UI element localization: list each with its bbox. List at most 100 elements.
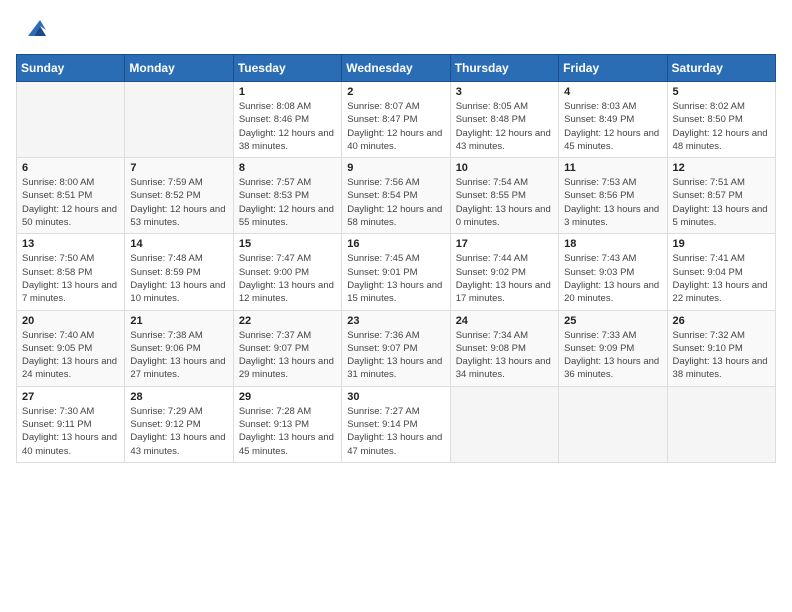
calendar-cell: 5Sunrise: 8:02 AMSunset: 8:50 PMDaylight… [667,82,775,158]
calendar-cell: 4 Sunrise: 8:03 AMSunset: 8:49 PMDaylight… [559,82,667,158]
day-info: Sunrise: 7:40 AMSunset: 9:05 PMDaylight:… [22,329,119,382]
day-info: Sunrise: 7:59 AMSunset: 8:52 PMDaylight:… [130,176,227,229]
day-number: 9 [347,162,444,174]
calendar-header-sunday: Sunday [17,55,125,82]
day-number: 15 [239,238,336,250]
day-info: Sunrise: 7:45 AMSunset: 9:01 PMDaylight:… [347,252,444,305]
day-number: 3 [456,86,553,98]
calendar-cell [125,82,233,158]
calendar-table: SundayMondayTuesdayWednesdayThursdayFrid… [16,54,776,463]
day-number: 8 [239,162,336,174]
calendar-cell [559,386,667,462]
page-header [16,16,776,44]
calendar-cell: 27 Sunrise: 7:30 AMSunset: 9:11 PMDayligh… [17,386,125,462]
calendar-cell: 16 Sunrise: 7:45 AMSunset: 9:01 PMDayligh… [342,234,450,310]
calendar-week-row: 27 Sunrise: 7:30 AMSunset: 9:11 PMDayligh… [17,386,776,462]
logo-icon [20,16,48,44]
calendar-cell: 2 Sunrise: 8:07 AMSunset: 8:47 PMDaylight… [342,82,450,158]
day-info: Sunrise: 7:44 AMSunset: 9:02 PMDaylight:… [456,252,553,305]
day-info: Sunrise: 7:36 AMSunset: 9:07 PMDaylight:… [347,329,444,382]
day-number: 12 [673,162,770,174]
calendar-cell: 25 Sunrise: 7:33 AMSunset: 9:09 PMDayligh… [559,310,667,386]
day-info: Sunrise: 7:57 AMSunset: 8:53 PMDaylight:… [239,176,336,229]
day-info: Sunrise: 7:54 AMSunset: 8:55 PMDaylight:… [456,176,553,229]
day-number: 21 [130,315,227,327]
day-number: 25 [564,315,661,327]
day-number: 20 [22,315,119,327]
calendar-cell [17,82,125,158]
day-info: Sunrise: 8:02 AMSunset: 8:50 PMDaylight:… [673,100,770,153]
day-info: Sunrise: 8:00 AMSunset: 8:51 PMDaylight:… [22,176,119,229]
day-info: Sunrise: 8:03 AMSunset: 8:49 PMDaylight:… [564,100,661,153]
day-number: 28 [130,391,227,403]
day-number: 23 [347,315,444,327]
day-number: 26 [673,315,770,327]
day-info: Sunrise: 7:27 AMSunset: 9:14 PMDaylight:… [347,405,444,458]
day-number: 2 [347,86,444,98]
calendar-cell: 1 Sunrise: 8:08 AMSunset: 8:46 PMDaylight… [233,82,341,158]
calendar-header-tuesday: Tuesday [233,55,341,82]
calendar-cell: 22 Sunrise: 7:37 AMSunset: 9:07 PMDayligh… [233,310,341,386]
day-info: Sunrise: 7:29 AMSunset: 9:12 PMDaylight:… [130,405,227,458]
day-info: Sunrise: 7:34 AMSunset: 9:08 PMDaylight:… [456,329,553,382]
calendar-cell: 14Sunrise: 7:48 AMSunset: 8:59 PMDayligh… [125,234,233,310]
calendar-cell: 21 Sunrise: 7:38 AMSunset: 9:06 PMDayligh… [125,310,233,386]
calendar-header-row: SundayMondayTuesdayWednesdayThursdayFrid… [17,55,776,82]
day-info: Sunrise: 7:33 AMSunset: 9:09 PMDaylight:… [564,329,661,382]
calendar-header-saturday: Saturday [667,55,775,82]
calendar-cell: 13Sunrise: 7:50 AMSunset: 8:58 PMDayligh… [17,234,125,310]
calendar-week-row: 6 Sunrise: 8:00 AMSunset: 8:51 PMDaylight… [17,158,776,234]
calendar-header-friday: Friday [559,55,667,82]
day-info: Sunrise: 7:41 AMSunset: 9:04 PMDaylight:… [673,252,770,305]
day-number: 10 [456,162,553,174]
calendar-cell: 19 Sunrise: 7:41 AMSunset: 9:04 PMDayligh… [667,234,775,310]
day-number: 27 [22,391,119,403]
calendar-week-row: 1 Sunrise: 8:08 AMSunset: 8:46 PMDaylight… [17,82,776,158]
day-number: 16 [347,238,444,250]
calendar-cell: 23 Sunrise: 7:36 AMSunset: 9:07 PMDayligh… [342,310,450,386]
calendar-cell: 29Sunrise: 7:28 AMSunset: 9:13 PMDayligh… [233,386,341,462]
calendar-cell: 17Sunrise: 7:44 AMSunset: 9:02 PMDayligh… [450,234,558,310]
day-info: Sunrise: 7:43 AMSunset: 9:03 PMDaylight:… [564,252,661,305]
day-info: Sunrise: 7:53 AMSunset: 8:56 PMDaylight:… [564,176,661,229]
day-number: 30 [347,391,444,403]
calendar-cell: 20 Sunrise: 7:40 AMSunset: 9:05 PMDayligh… [17,310,125,386]
day-number: 6 [22,162,119,174]
calendar-week-row: 13Sunrise: 7:50 AMSunset: 8:58 PMDayligh… [17,234,776,310]
day-number: 19 [673,238,770,250]
calendar-cell: 3 Sunrise: 8:05 AMSunset: 8:48 PMDaylight… [450,82,558,158]
day-info: Sunrise: 8:07 AMSunset: 8:47 PMDaylight:… [347,100,444,153]
calendar-cell: 7Sunrise: 7:59 AMSunset: 8:52 PMDaylight… [125,158,233,234]
day-info: Sunrise: 7:32 AMSunset: 9:10 PMDaylight:… [673,329,770,382]
day-info: Sunrise: 8:05 AMSunset: 8:48 PMDaylight:… [456,100,553,153]
calendar-header-monday: Monday [125,55,233,82]
day-number: 13 [22,238,119,250]
calendar-header-wednesday: Wednesday [342,55,450,82]
day-info: Sunrise: 8:08 AMSunset: 8:46 PMDaylight:… [239,100,336,153]
calendar-cell: 12 Sunrise: 7:51 AMSunset: 8:57 PMDayligh… [667,158,775,234]
calendar-cell: 26 Sunrise: 7:32 AMSunset: 9:10 PMDayligh… [667,310,775,386]
calendar-cell: 11 Sunrise: 7:53 AMSunset: 8:56 PMDayligh… [559,158,667,234]
day-number: 11 [564,162,661,174]
calendar-cell [450,386,558,462]
day-number: 29 [239,391,336,403]
day-info: Sunrise: 7:48 AMSunset: 8:59 PMDaylight:… [130,252,227,305]
calendar-cell: 9Sunrise: 7:56 AMSunset: 8:54 PMDaylight… [342,158,450,234]
day-number: 22 [239,315,336,327]
day-info: Sunrise: 7:47 AMSunset: 9:00 PMDaylight:… [239,252,336,305]
day-info: Sunrise: 7:51 AMSunset: 8:57 PMDaylight:… [673,176,770,229]
calendar-cell: 15 Sunrise: 7:47 AMSunset: 9:00 PMDayligh… [233,234,341,310]
calendar-week-row: 20 Sunrise: 7:40 AMSunset: 9:05 PMDayligh… [17,310,776,386]
calendar-cell: 6 Sunrise: 8:00 AMSunset: 8:51 PMDaylight… [17,158,125,234]
calendar-cell: 24Sunrise: 7:34 AMSunset: 9:08 PMDayligh… [450,310,558,386]
day-number: 1 [239,86,336,98]
day-info: Sunrise: 7:38 AMSunset: 9:06 PMDaylight:… [130,329,227,382]
day-info: Sunrise: 7:37 AMSunset: 9:07 PMDaylight:… [239,329,336,382]
day-number: 4 [564,86,661,98]
calendar-cell: 18Sunrise: 7:43 AMSunset: 9:03 PMDayligh… [559,234,667,310]
calendar-cell [667,386,775,462]
calendar-cell: 8 Sunrise: 7:57 AMSunset: 8:53 PMDaylight… [233,158,341,234]
calendar-cell: 28 Sunrise: 7:29 AMSunset: 9:12 PMDayligh… [125,386,233,462]
day-info: Sunrise: 7:30 AMSunset: 9:11 PMDaylight:… [22,405,119,458]
logo [16,16,48,44]
